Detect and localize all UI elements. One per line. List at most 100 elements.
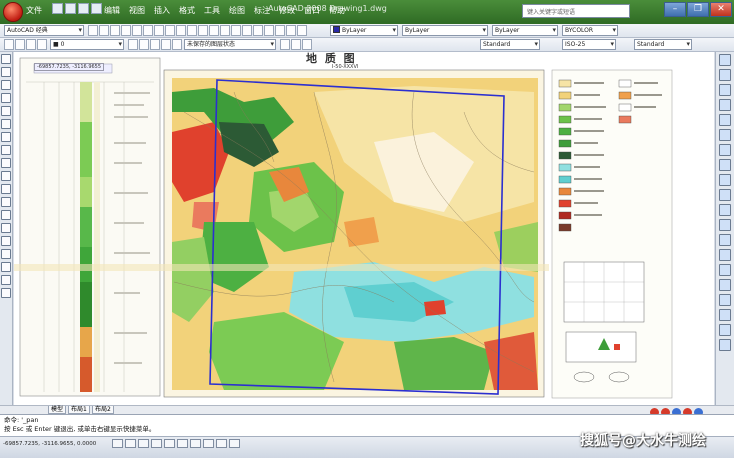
application-menu-button[interactable] xyxy=(3,2,23,22)
layer-dropdown[interactable]: ■ 0 xyxy=(50,39,124,50)
polyline-icon[interactable] xyxy=(1,80,11,90)
zoom-window-icon[interactable] xyxy=(220,25,230,36)
join-icon[interactable] xyxy=(719,234,731,246)
otrack-icon[interactable] xyxy=(177,439,188,448)
make-block-icon[interactable] xyxy=(1,210,11,220)
trim-icon[interactable] xyxy=(719,189,731,201)
markup-icon[interactable] xyxy=(275,25,285,36)
tool-palette-icon[interactable] xyxy=(264,25,274,36)
stretch-icon[interactable] xyxy=(719,174,731,186)
layer-state-dropdown[interactable]: 未保存的图层状态 xyxy=(184,39,276,50)
orbit-icon[interactable] xyxy=(172,39,182,50)
explode-icon[interactable] xyxy=(719,279,731,291)
named-view-icon[interactable] xyxy=(280,39,290,50)
mirror-icon[interactable] xyxy=(719,84,731,96)
dim-icon[interactable] xyxy=(719,309,731,321)
polygon-icon[interactable] xyxy=(1,93,11,103)
menu-edit[interactable]: 编辑 xyxy=(104,5,120,16)
lineweight-dropdown[interactable]: ByLayer xyxy=(492,25,558,36)
calculator-icon[interactable] xyxy=(286,25,296,36)
print-icon[interactable] xyxy=(110,25,120,36)
lwt-icon[interactable] xyxy=(216,439,227,448)
menu-insert[interactable]: 插入 xyxy=(154,5,170,16)
workspace-dropdown[interactable]: AutoCAD 经典 xyxy=(4,25,84,36)
lightbulb-icon[interactable] xyxy=(15,39,25,50)
rectangle-icon[interactable] xyxy=(1,106,11,116)
plotstyle-dropdown[interactable]: BYCOLOR xyxy=(562,25,618,36)
layer-previous-icon[interactable] xyxy=(139,39,149,50)
copy-object-icon[interactable] xyxy=(719,69,731,81)
drawing-canvas[interactable]: -69857.7235, -3116.9655 地 质 图 I-50-XXXVI xyxy=(14,52,714,405)
gradient-icon[interactable] xyxy=(1,249,11,259)
ortho-icon[interactable] xyxy=(138,439,149,448)
model-icon[interactable] xyxy=(229,439,240,448)
hatch-icon[interactable] xyxy=(1,236,11,246)
region-icon[interactable] xyxy=(1,262,11,272)
move-icon[interactable] xyxy=(719,129,731,141)
point-icon[interactable] xyxy=(1,223,11,233)
ucs-icon[interactable] xyxy=(291,39,301,50)
minimize-button[interactable]: – xyxy=(664,2,686,17)
hide-icon[interactable] xyxy=(719,294,731,306)
save-icon[interactable] xyxy=(78,3,89,14)
scale-icon[interactable] xyxy=(719,159,731,171)
match-icon[interactable] xyxy=(176,25,186,36)
offset-icon[interactable] xyxy=(719,99,731,111)
rotate-icon[interactable] xyxy=(719,144,731,156)
grid-icon[interactable] xyxy=(125,439,136,448)
dim-style-dropdown[interactable]: ISO-25 xyxy=(562,39,616,50)
ducs-icon[interactable] xyxy=(190,439,201,448)
cut-icon[interactable] xyxy=(143,25,153,36)
help-icon[interactable] xyxy=(297,25,307,36)
tab-layout1[interactable]: 布局1 xyxy=(68,406,90,414)
menu-view[interactable]: 视图 xyxy=(129,5,145,16)
render-icon[interactable] xyxy=(302,39,312,50)
tab-layout2[interactable]: 布局2 xyxy=(92,406,114,414)
tab-model[interactable]: 模型 xyxy=(48,406,67,414)
paste-icon[interactable] xyxy=(165,25,175,36)
gear-icon[interactable] xyxy=(88,25,98,36)
undo-icon[interactable] xyxy=(91,3,102,14)
menu-format[interactable]: 格式 xyxy=(179,5,195,16)
dyn-icon[interactable] xyxy=(203,439,214,448)
new-icon[interactable] xyxy=(52,3,63,14)
color-dropdown[interactable]: ByLayer xyxy=(330,25,398,36)
line-icon[interactable] xyxy=(1,54,11,64)
sun-icon[interactable] xyxy=(26,39,36,50)
extend-icon[interactable] xyxy=(719,204,731,216)
layer-icon[interactable] xyxy=(99,25,109,36)
open-icon[interactable] xyxy=(65,3,76,14)
snap-icon[interactable] xyxy=(112,439,123,448)
xline-icon[interactable] xyxy=(1,67,11,77)
circle-icon[interactable] xyxy=(1,132,11,142)
zoom-icon[interactable] xyxy=(209,25,219,36)
spline-icon[interactable] xyxy=(1,158,11,168)
linetype-dropdown[interactable]: ByLayer xyxy=(402,25,488,36)
revcloud-icon[interactable] xyxy=(1,145,11,155)
maximize-button[interactable]: ❐ xyxy=(687,2,709,17)
publish-icon[interactable] xyxy=(132,25,142,36)
mtext-icon[interactable] xyxy=(1,288,11,298)
lock-icon[interactable] xyxy=(37,39,47,50)
insert-block-icon[interactable] xyxy=(1,197,11,207)
preview-icon[interactable] xyxy=(121,25,131,36)
chamfer-icon[interactable] xyxy=(719,249,731,261)
table-style-dropdown[interactable]: Standard xyxy=(634,39,692,50)
polar-icon[interactable] xyxy=(151,439,162,448)
ellipse-icon[interactable] xyxy=(1,171,11,181)
pan-icon[interactable] xyxy=(198,25,208,36)
close-button[interactable]: ✕ xyxy=(710,2,732,17)
break-icon[interactable] xyxy=(719,219,731,231)
table-icon[interactable] xyxy=(1,275,11,285)
ellipse-arc-icon[interactable] xyxy=(1,184,11,194)
copy-icon[interactable] xyxy=(154,25,164,36)
arc-icon[interactable] xyxy=(1,119,11,129)
dim-style-icon[interactable] xyxy=(719,324,731,336)
erase-icon[interactable] xyxy=(719,54,731,66)
menu-draw[interactable]: 绘图 xyxy=(229,5,245,16)
fillet-icon[interactable] xyxy=(719,264,731,276)
zoom-extents-icon[interactable] xyxy=(161,39,171,50)
array-icon[interactable] xyxy=(719,114,731,126)
layer-manager-icon[interactable] xyxy=(4,39,14,50)
text-icon[interactable] xyxy=(719,339,731,351)
